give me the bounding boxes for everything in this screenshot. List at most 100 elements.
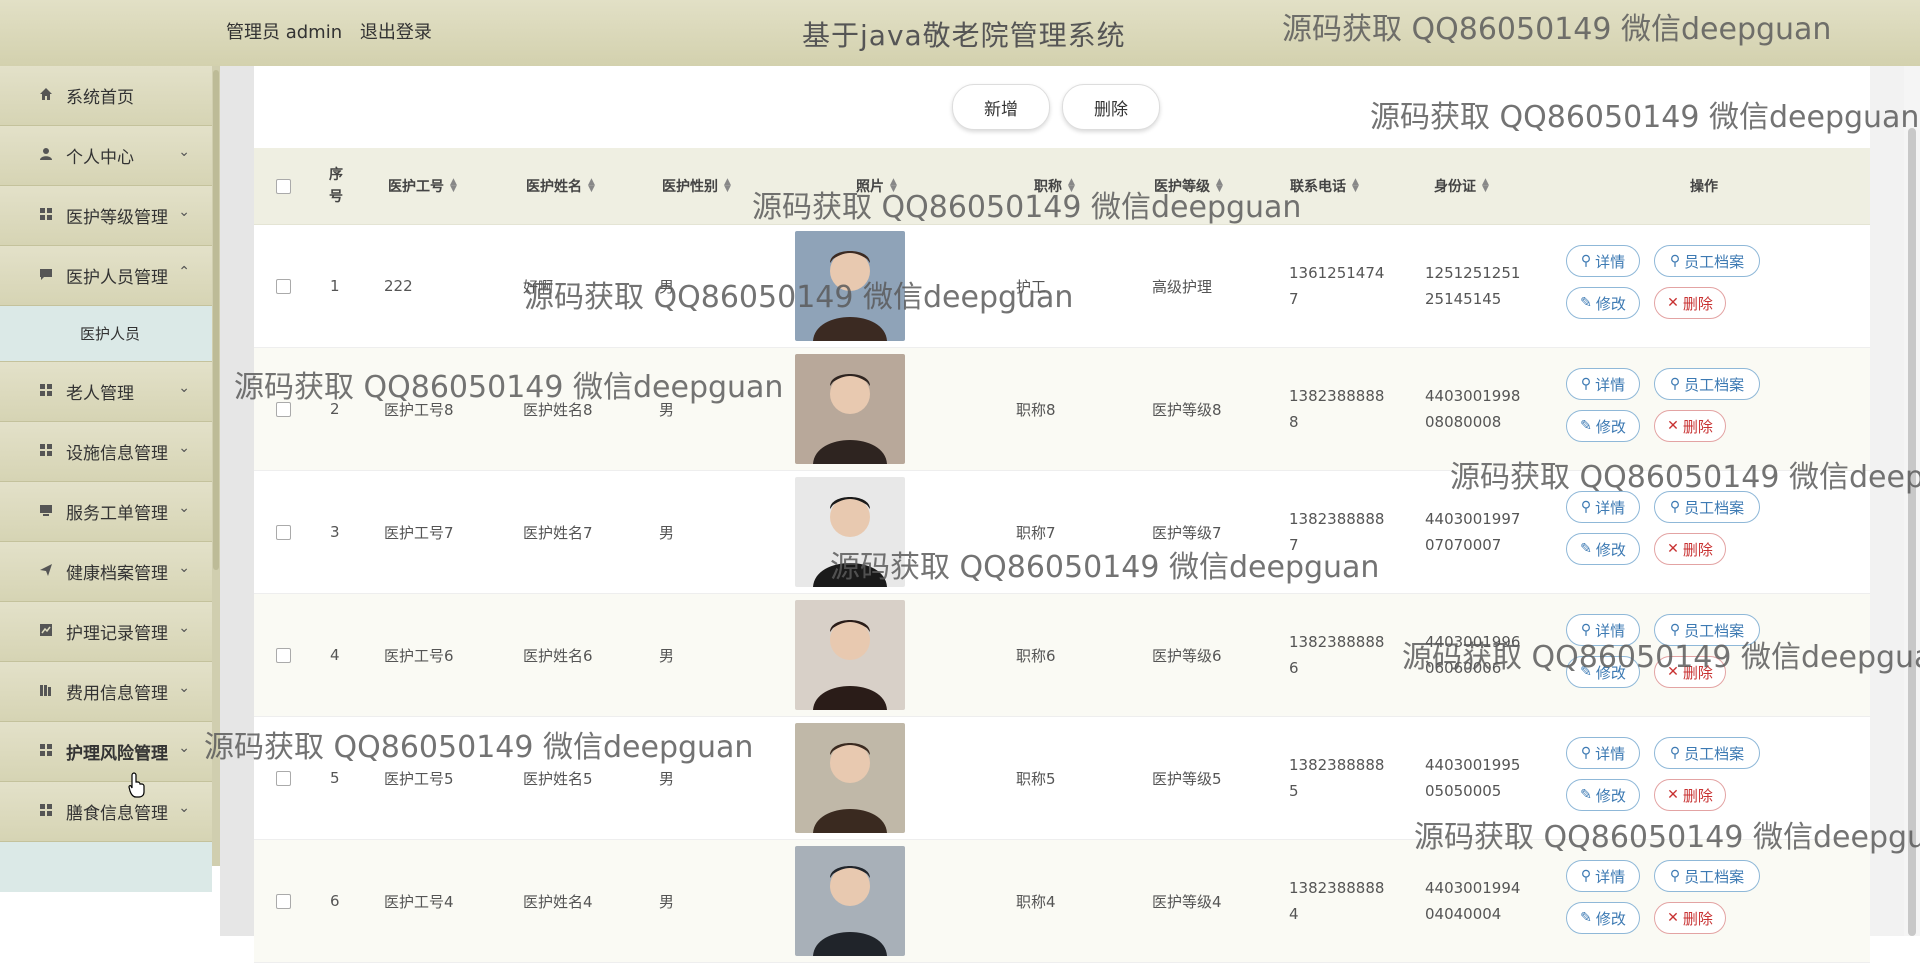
cell-photo [795,225,905,347]
delete-button[interactable]: 删除 [1062,84,1160,130]
archive-button[interactable]: ⚲ 员工档案 [1654,737,1760,769]
edit-button[interactable]: ✎ 修改 [1566,533,1640,565]
row-checkbox[interactable] [276,524,291,540]
sidebar-scroll-thumb[interactable] [213,70,219,570]
row-select-cell[interactable] [276,348,291,470]
row-delete-button[interactable]: ✕ 删除 [1654,656,1726,688]
edit-button[interactable]: ✎ 修改 [1566,902,1640,934]
edit-button[interactable]: ✎ 修改 [1566,656,1640,688]
archive-button[interactable]: ⚲ 员工档案 [1654,614,1760,646]
archive-button[interactable]: ⚲ 员工档案 [1654,860,1760,892]
row-delete-button[interactable]: ✕ 删除 [1654,533,1726,565]
row-checkbox[interactable] [276,278,291,294]
close-icon: ✕ [1667,787,1679,803]
row-delete-button[interactable]: ✕ 删除 [1654,410,1726,442]
sidebar-item-health[interactable]: 健康档案管理 ⌄ [0,542,212,602]
sidebar-scrollbar[interactable] [212,66,220,866]
header-staff-name[interactable]: 医护姓名 ▲ ▼ [526,148,595,224]
sidebar-item-care-record[interactable]: 护理记录管理 ⌄ [0,602,212,662]
row-delete-button[interactable]: ✕ 删除 [1654,902,1726,934]
row-checkbox[interactable] [276,401,291,417]
sort-icon: ▲ ▼ [1068,177,1075,194]
edit-button[interactable]: ✎ 修改 [1566,410,1640,442]
edit-label: 修改 [1595,786,1626,805]
cell-gender: 男 [659,523,675,542]
detail-button[interactable]: ⚲ 详情 [1566,860,1640,892]
sidebar-item-staff-level[interactable]: 医护等级管理 ⌄ [0,186,212,246]
header-staff-no[interactable]: 医护工号 ▲ ▼ [388,148,457,224]
edit-button[interactable]: ✎ 修改 [1566,779,1640,811]
pencil-icon: ✎ [1580,910,1592,926]
sort-icon: ▲ ▼ [450,177,457,194]
chevron-down-icon: ⌄ [178,740,190,756]
search-icon: ⚲ [1669,622,1681,638]
cell-id-card: 440300199606060006 [1425,633,1521,677]
row-delete-button[interactable]: ✕ 删除 [1654,779,1726,811]
detail-button[interactable]: ⚲ 详情 [1566,737,1640,769]
chevron-down-icon: ⌄ [178,620,190,636]
sidebar-item-facility[interactable]: 设施信息管理 ⌄ [0,422,212,482]
row-select-cell[interactable] [276,594,291,716]
cell-title: 职称5 [1016,769,1056,788]
cell-index: 5 [330,769,340,787]
staff-photo [795,477,905,587]
cell-phone: 13823888884 [1289,879,1385,923]
detail-label: 详情 [1595,867,1626,886]
add-button[interactable]: 新增 [952,84,1050,130]
page-title: 基于java敬老院管理系统 [802,19,1126,52]
logout-link[interactable]: 退出登录 [360,22,432,43]
detail-button[interactable]: ⚲ 详情 [1566,368,1640,400]
row-checkbox[interactable] [276,893,291,909]
sidebar-item-workorder[interactable]: 服务工单管理 ⌄ [0,482,212,542]
sidebar-item-home[interactable]: 系统首页 [0,66,212,126]
sidebar-item-meal[interactable]: 膳食信息管理 ⌄ [0,782,212,842]
sidebar-item-profile[interactable]: 个人中心 ⌄ [0,126,212,186]
page-scrollbar[interactable] [1904,66,1920,936]
cell-staff-name: 医护姓名5 [523,769,593,788]
header-gender[interactable]: 医护性别 ▲ ▼ [662,148,731,224]
edit-label: 修改 [1595,417,1626,436]
row-select-cell[interactable] [276,471,291,593]
detail-button[interactable]: ⚲ 详情 [1566,245,1640,277]
sidebar-item-staff[interactable]: 医护人员管理 ⌃ [0,246,212,306]
detail-button[interactable]: ⚲ 详情 [1566,614,1640,646]
staff-photo [795,723,905,833]
delete-label: 删除 [1682,663,1713,682]
row-select-cell[interactable] [276,225,291,347]
sidebar-item-fee[interactable]: 费用信息管理 ⌄ [0,662,212,722]
detail-label: 详情 [1595,498,1626,517]
select-all-cell[interactable] [276,148,291,224]
cell-gender: 男 [659,277,675,296]
page-scroll-thumb[interactable] [1908,128,1916,936]
detail-button[interactable]: ⚲ 详情 [1566,491,1640,523]
row-select-cell[interactable] [276,840,291,962]
sidebar-item-elderly[interactable]: 老人管理 ⌄ [0,362,212,422]
row-checkbox[interactable] [276,647,291,663]
sort-icon: ▲ ▼ [1352,177,1359,194]
edit-button[interactable]: ✎ 修改 [1566,287,1640,319]
header-title[interactable]: 职称 ▲ ▼ [1034,148,1075,224]
header-id-card[interactable]: 身份证 ▲ ▼ [1434,148,1489,224]
search-icon: ⚲ [1580,745,1592,761]
row-checkbox[interactable] [276,770,291,786]
search-icon: ⚲ [1669,745,1681,761]
chevron-down-icon: ⌄ [178,560,190,576]
row-select-cell[interactable] [276,717,291,839]
cell-staff-no: 医护工号5 [384,769,454,788]
cell-staff-name: 好啊 [523,277,554,296]
select-all-checkbox[interactable] [276,178,291,194]
submenu-item-staff[interactable]: 医护人员 [0,306,212,362]
chevron-down-icon: ⌄ [178,800,190,816]
row-delete-button[interactable]: ✕ 删除 [1654,287,1726,319]
archive-button[interactable]: ⚲ 员工档案 [1654,368,1760,400]
header-level[interactable]: 医护等级 ▲ ▼ [1154,148,1223,224]
grid-icon [36,207,56,225]
header-photo[interactable]: 照片 ▲ ▼ [856,148,897,224]
sidebar-item-label: 系统首页 [66,88,134,108]
archive-button[interactable]: ⚲ 员工档案 [1654,491,1760,523]
archive-button[interactable]: ⚲ 员工档案 [1654,245,1760,277]
header-phone[interactable]: 联系电话 ▲ ▼ [1290,148,1359,224]
sidebar-item-risk[interactable]: 护理风险管理 ⌄ [0,722,212,782]
user-info: 管理员 admin 退出登录 [226,18,444,44]
sidebar-item-label: 医护人员管理 [66,268,168,288]
